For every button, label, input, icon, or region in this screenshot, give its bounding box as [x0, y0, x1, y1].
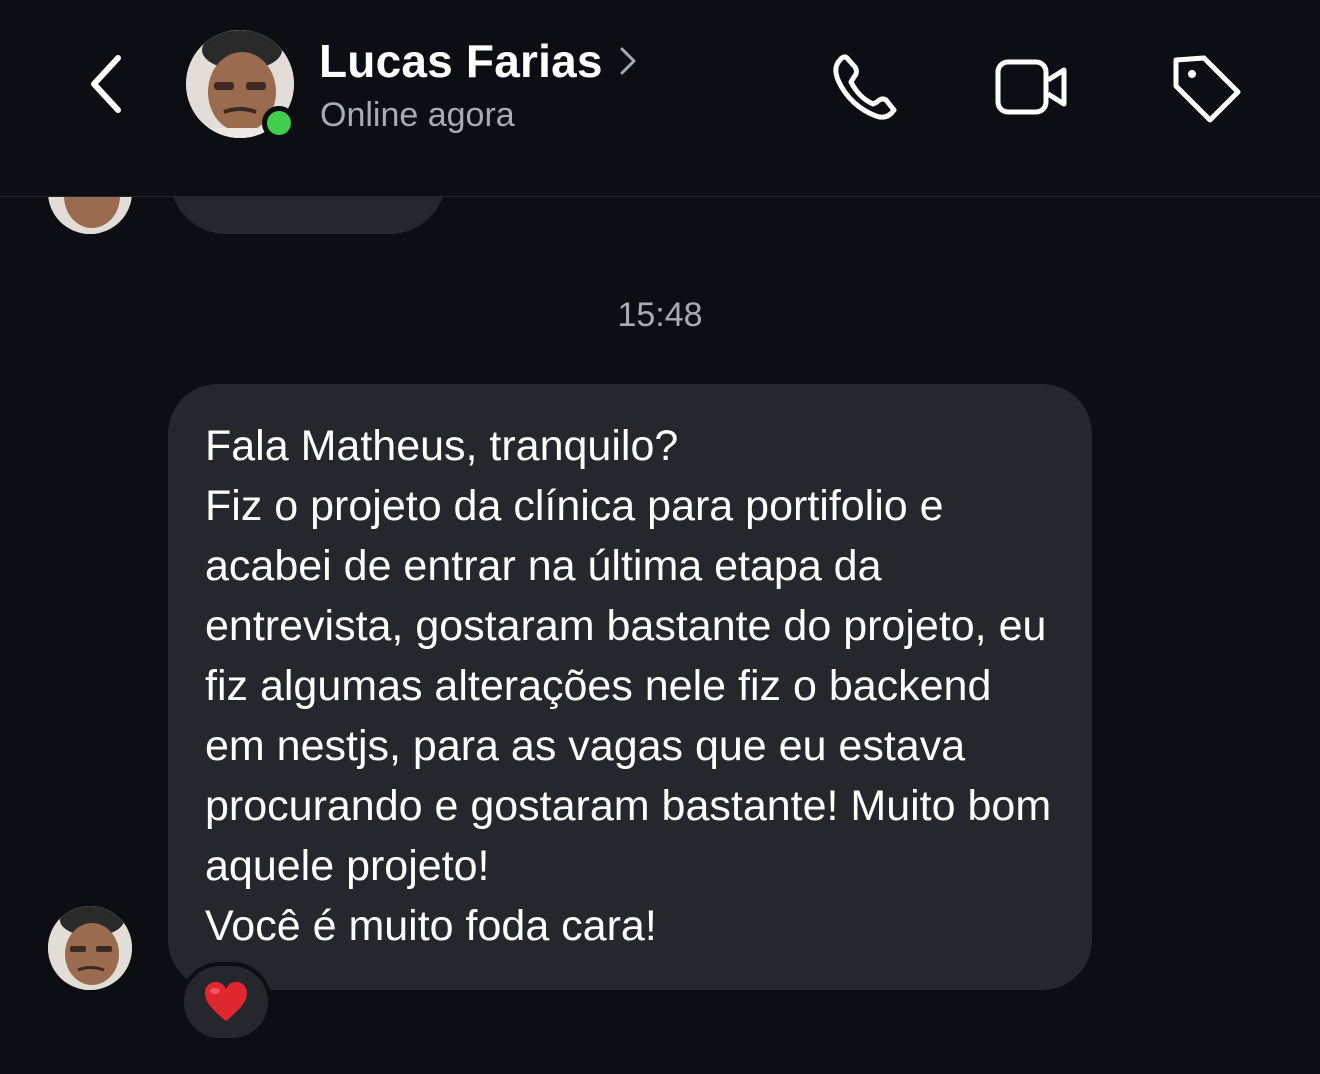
tag-icon	[1173, 55, 1241, 123]
message-sender-avatar[interactable]	[48, 906, 132, 990]
contact-name-link[interactable]: Lucas Farias	[319, 34, 639, 88]
heart-icon	[205, 982, 247, 1021]
contact-name: Lucas Farias	[319, 35, 603, 87]
tag-button[interactable]	[1166, 48, 1246, 128]
chat-header: Lucas Farias Online agora	[0, 0, 1320, 197]
message-text: Fala Matheus, tranquilo? Fiz o projeto d…	[205, 422, 1052, 950]
chevron-right-icon	[620, 47, 636, 75]
phone-icon	[833, 54, 897, 120]
contact-avatar[interactable]	[186, 30, 296, 140]
contact-status: Online agora	[320, 96, 515, 134]
back-button[interactable]	[80, 48, 136, 120]
message-timestamp: 15:48	[617, 296, 703, 334]
call-button[interactable]	[826, 48, 906, 128]
video-call-button[interactable]	[990, 48, 1070, 128]
chevron-left-icon	[91, 55, 121, 113]
online-status-dot	[262, 106, 296, 140]
video-camera-icon	[995, 59, 1067, 115]
heart-reaction[interactable]	[180, 962, 272, 1042]
message-bubble[interactable]: Fala Matheus, tranquilo? Fiz o projeto d…	[168, 384, 1092, 990]
